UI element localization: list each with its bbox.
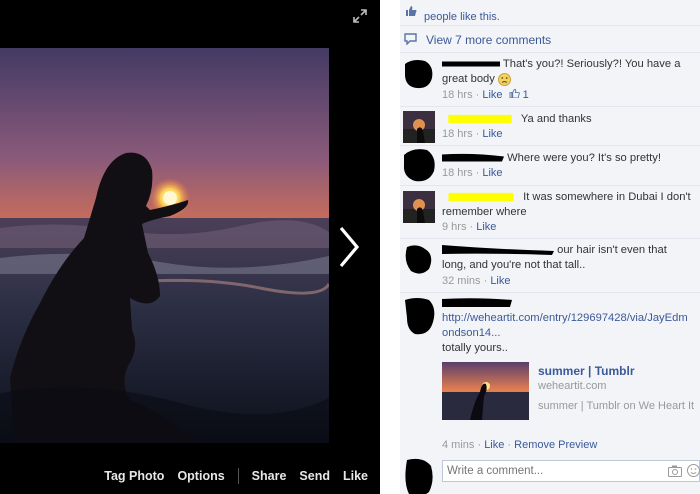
comment-item: It was somewhere in Dubai I don't rememb… [400, 186, 700, 239]
thumbs-up-icon [509, 88, 520, 99]
comment-like-link[interactable]: Like [476, 221, 496, 233]
comment-input[interactable] [442, 460, 700, 482]
author-name[interactable] [442, 192, 520, 202]
comment-bubble-icon [404, 33, 417, 45]
author-name[interactable] [442, 153, 504, 163]
comment-time[interactable]: 18 hrs [442, 128, 473, 140]
comment-like-link[interactable]: Like [482, 128, 502, 140]
avatar [403, 191, 435, 223]
comment-meta: 9 hrs · Like [442, 221, 497, 233]
emoticon-icon[interactable] [687, 464, 700, 477]
comment-text: Ya and thanks [520, 113, 592, 125]
avatar [405, 458, 433, 494]
thumbs-up-icon [406, 6, 417, 16]
author-name[interactable] [442, 245, 554, 256]
tag-photo-button[interactable]: Tag Photo [104, 469, 164, 483]
comment-meta: 32 mins · Like [442, 275, 511, 287]
comment-like-link[interactable]: Like [482, 167, 502, 179]
view-more-link[interactable]: View 7 more comments [426, 33, 551, 47]
comment-like-link[interactable]: Like [482, 89, 502, 101]
comment-item: our hair isn't even that long, and you'r… [400, 239, 700, 293]
comment-item: Ya and thanks 18 hrs · Like [400, 107, 700, 146]
comment-like-link[interactable]: Like [484, 439, 504, 451]
share-button[interactable]: Share [252, 469, 287, 483]
view-more-comments[interactable]: View 7 more comments [400, 26, 700, 53]
comment-text: totally yours.. [442, 342, 508, 354]
likes-text[interactable]: people like this. [424, 11, 500, 23]
preview-domain: weheartit.com [538, 380, 607, 392]
send-button[interactable]: Send [299, 469, 330, 483]
comment-time[interactable]: 32 mins [442, 275, 481, 287]
comment-item: Where were you? It's so pretty! 18 hrs ·… [400, 146, 700, 186]
avatar [405, 60, 433, 89]
comment-meta: 18 hrs · Like 1 [442, 88, 529, 101]
author-name[interactable] [442, 59, 500, 69]
shared-link[interactable]: http://weheartit.com/entry/129697428/via… [442, 312, 688, 339]
avatar [405, 245, 432, 274]
chevron-right-icon[interactable] [333, 222, 365, 272]
comment-composer [400, 454, 700, 494]
comment-meta: 18 hrs · Like [442, 167, 503, 179]
comment-text: Where were you? It's so pretty! [507, 152, 661, 164]
comment-time[interactable]: 9 hrs [442, 221, 466, 233]
photo-viewer: Tag Photo Options Share Send Like [0, 0, 380, 494]
avatar [403, 111, 435, 143]
link-preview[interactable]: summer | Tumblr weheartit.com summer | T… [442, 362, 700, 424]
likes-summary: people like this. [400, 0, 700, 26]
remove-preview-link[interactable]: Remove Preview [514, 439, 597, 451]
author-name[interactable] [442, 114, 518, 124]
comment-meta: 4 mins · Like · Remove Preview [442, 439, 598, 451]
preview-thumbnail[interactable] [442, 362, 529, 420]
preview-description: summer | Tumblr on We Heart It [538, 400, 695, 412]
like-count[interactable]: 1 [523, 89, 529, 101]
photo-actions-bar: Tag Photo Options Share Send Like [0, 468, 368, 484]
like-button[interactable]: Like [343, 469, 368, 483]
comment-item: That's you?! Seriously?! You have a grea… [400, 53, 700, 107]
comments-list: people like this. View 7 more comments T… [400, 0, 700, 494]
comment-like-link[interactable]: Like [490, 275, 510, 287]
divider [237, 468, 239, 484]
expand-icon[interactable] [352, 8, 368, 24]
avatar [405, 298, 435, 335]
options-button[interactable]: Options [177, 469, 224, 483]
comment-time[interactable]: 18 hrs [442, 167, 473, 179]
smiley-icon [497, 72, 511, 86]
comments-panel: people like this. View 7 more comments T… [380, 0, 700, 494]
comment-time[interactable]: 18 hrs [442, 89, 473, 101]
author-name[interactable] [442, 298, 512, 308]
comment-time[interactable]: 4 mins [442, 439, 474, 451]
camera-icon[interactable] [668, 465, 682, 477]
comment-meta: 18 hrs · Like [442, 128, 503, 140]
preview-title[interactable]: summer | Tumblr [538, 364, 635, 378]
photo [0, 48, 329, 443]
avatar [403, 149, 435, 182]
